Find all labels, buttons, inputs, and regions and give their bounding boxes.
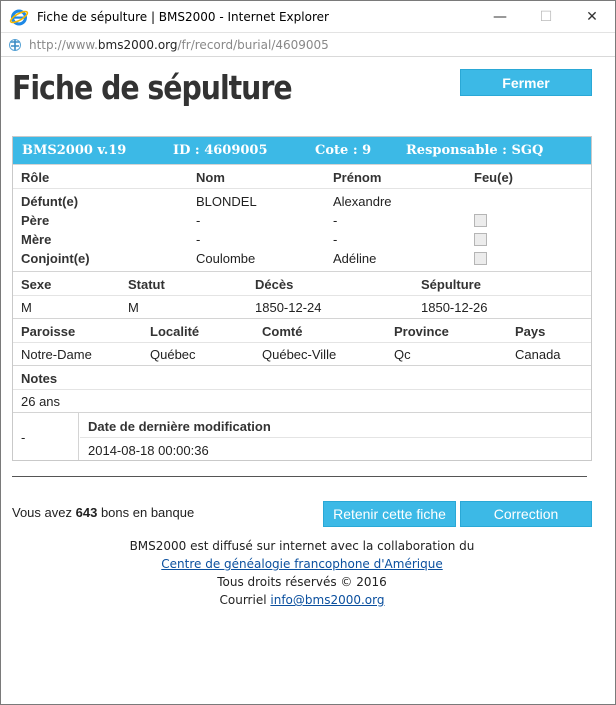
email-link[interactable]: info@bms2000.org [270,593,384,607]
persons-header-row: Rôle Nom Prénom Feu(e) [13,165,591,189]
col-pays: Pays [515,324,546,339]
bank-count: 643 [75,505,98,520]
internet-explorer-icon [9,7,29,27]
feu-checkbox-pere[interactable] [474,214,487,227]
page-content: Fiche de sépulture Fermer BMS2000 v.19 I… [1,58,615,704]
prenom-value: - [333,232,338,247]
nom-value: Coulombe [196,251,256,266]
col-comte: Comté [262,324,303,339]
col-province: Province [394,324,449,339]
col-role: Rôle [21,170,50,185]
nom-value: - [196,232,201,247]
footer-line1: BMS2000 est diffusé sur internet avec la… [129,539,475,553]
title-bar: Fiche de sépulture | BMS2000 - Internet … [1,1,615,32]
sexe-value: M [21,300,32,315]
col-sepulture: Sépulture [421,277,481,292]
nom-value: - [196,213,201,228]
modification-value: 2014-08-18 00:00:36 [88,443,209,458]
page-title: Fiche de sépulture [12,68,293,107]
correction-button[interactable]: Correction [460,501,592,527]
details-section: Sexe Statut Décès Sépulture M M 1850-12-… [13,271,591,318]
notes-value-row: 26 ans [13,390,591,412]
comte-value: Québec-Ville [262,347,337,362]
col-paroisse: Paroisse [21,324,76,339]
record-card: BMS2000 v.19 ID : 4609005 Cote : 9 Respo… [12,136,592,461]
person-row-conjoint: Conjoint(e) Coulombe Adéline [13,249,591,268]
col-deces: Décès [255,277,294,292]
nom-value: BLONDEL [196,194,257,209]
notes-header-row: Notes [13,366,591,390]
col-statut: Statut [128,277,165,292]
window-title: Fiche de sépulture | BMS2000 - Internet … [37,9,329,24]
modification-right-cell: Date de dernière modification 2014-08-18… [80,413,591,460]
courriel-label: Courriel [219,593,267,607]
footer-link-cgfa[interactable]: Centre de généalogie francophone d'Améri… [161,557,442,571]
details-header-row: Sexe Statut Décès Sépulture [13,272,591,296]
feu-checkbox-mere[interactable] [474,233,487,246]
modification-section: - Date de dernière modification 2014-08-… [13,412,591,460]
localite-value: Québec [150,347,196,362]
role-label: Défunt(e) [21,194,79,209]
col-sexe: Sexe [21,277,52,292]
role-label: Mère [21,232,52,247]
footer: BMS2000 est diffusé sur internet avec la… [1,537,603,609]
url-host: bms2000.org [97,37,178,52]
record-cote: Cote : 9 [315,143,372,158]
modification-left-cell: - [13,413,79,460]
details-value-row: M M 1850-12-24 1850-12-26 [13,296,591,318]
province-value: Qc [394,347,411,362]
bank-suffix: bons en banque [100,505,195,520]
notes-value: 26 ans [21,394,61,409]
person-row-mere: Mère - - [13,230,591,249]
person-row-pere: Père - - [13,211,591,230]
paroisse-value: Notre-Dame [21,347,92,362]
minimize-button[interactable]: — [477,1,523,32]
bank-prefix: Vous avez [12,505,72,520]
footer-copyright: Tous droits réservés © 2016 [217,575,387,589]
prenom-value: Alexandre [333,194,392,209]
role-label: Conjoint(e) [21,251,90,266]
col-feu: Feu(e) [474,170,513,185]
place-value-row: Notre-Dame Québec Québec-Ville Qc Canada [13,343,591,365]
person-row-defunt: Défunt(e) BLONDEL Alexandre [13,192,591,211]
record-responsable: Responsable : SGQ [406,143,544,158]
role-label: Père [21,213,50,228]
col-nom: Nom [196,170,225,185]
statut-value: M [128,300,139,315]
url-path: /fr/record/burial/4609005 [177,37,329,52]
version-label: BMS2000 v.19 [22,143,127,158]
col-localite: Localité [150,324,200,339]
record-id: ID : 4609005 [173,143,268,158]
maximize-button[interactable]: ☐ [523,1,569,32]
divider [12,476,587,477]
bank-balance: Vous avez 643 bons en banque [12,505,194,520]
deces-value: 1850-12-24 [255,300,322,315]
modification-header: Date de dernière modification [88,419,271,434]
sepulture-value: 1850-12-26 [421,300,488,315]
url-text[interactable]: http://www.bms2000.org/fr/record/burial/… [29,38,329,52]
browser-window: Fiche de sépulture | BMS2000 - Internet … [0,0,616,705]
persons-section: Rôle Nom Prénom Feu(e) Défunt(e) BLONDEL… [13,164,591,271]
place-header-row: Paroisse Localité Comté Province Pays [13,319,591,343]
pays-value: Canada [515,347,561,362]
prenom-value: - [333,213,338,228]
close-window-button[interactable]: ✕ [569,1,615,32]
retain-record-button[interactable]: Retenir cette fiche [323,501,456,527]
modification-header-row: Date de dernière modification [80,413,591,438]
prenom-value: Adéline [333,251,377,266]
modification-dash: - [21,430,26,445]
close-button[interactable]: Fermer [460,69,592,96]
notes-header: Notes [21,371,58,386]
col-prenom: Prénom [333,170,382,185]
address-bar[interactable]: http://www.bms2000.org/fr/record/burial/… [1,32,615,57]
notes-section: Notes 26 ans [13,365,591,412]
feu-checkbox-conjoint[interactable] [474,252,487,265]
place-section: Paroisse Localité Comté Province Pays No… [13,318,591,365]
record-header: BMS2000 v.19 ID : 4609005 Cote : 9 Respo… [13,137,591,164]
page-icon [7,37,23,53]
footer-contact: Courriel info@bms2000.org [1,591,603,609]
url-prefix: http://www. [29,37,98,52]
